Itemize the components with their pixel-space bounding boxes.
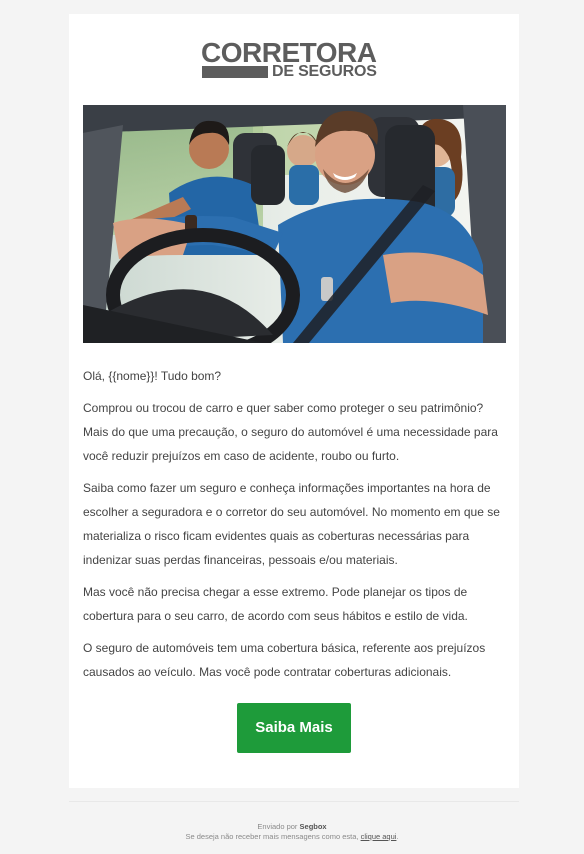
paragraph-1: Comprou ou trocou de carro e quer saber …: [83, 401, 498, 463]
unsubscribe-text: Se deseja não receber mais mensagens com…: [185, 832, 359, 841]
hero-image: [83, 105, 506, 343]
email-footer: Enviado por Segbox Se deseja não receber…: [0, 822, 584, 842]
segbox-brand: Segbox: [299, 822, 327, 831]
greeting-text: Olá, {{nome}}! Tudo bom?: [83, 369, 222, 383]
paragraph-3: Mas você não precisa chegar a esse extre…: [83, 585, 468, 623]
unsubscribe-link[interactable]: clique aqui: [361, 832, 397, 841]
footer-divider: [69, 801, 519, 802]
corretora-logo: CORRETORA DE SEGUROS: [201, 39, 389, 80]
logo-line2: DE SEGUROS: [272, 63, 377, 80]
hero-illustration: [83, 105, 506, 343]
unsubscribe-line: Se deseja não receber mais mensagens com…: [0, 832, 584, 842]
sent-by-line: Enviado por Segbox: [0, 822, 584, 832]
email-body: Olá, {{nome}}! Tudo bom? Comprou ou troc…: [83, 364, 506, 692]
sent-by-text: Enviado por: [257, 822, 298, 831]
paragraph-4: O seguro de automóveis tem uma cobertura…: [83, 641, 486, 679]
logo-bar: [202, 66, 268, 78]
email-card: CORRETORA DE SEGUROS Olá, {{nome}}! Tudo…: [69, 14, 519, 788]
unsubscribe-period: .: [396, 832, 399, 841]
saiba-mais-button[interactable]: Saiba Mais: [237, 703, 351, 753]
paragraph-2: Saiba como fazer um seguro e conheça inf…: [83, 481, 500, 567]
